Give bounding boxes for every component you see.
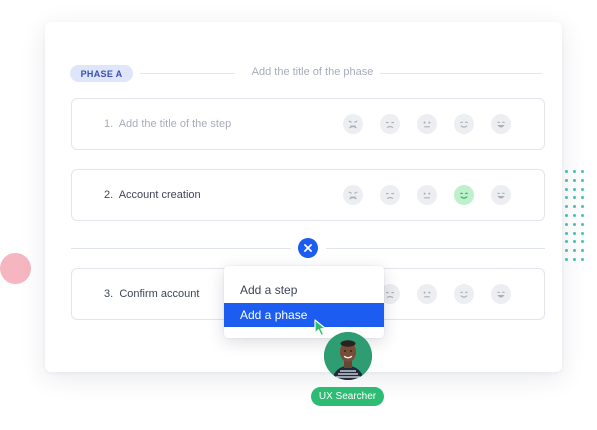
neutral-face-icon[interactable] bbox=[417, 185, 437, 205]
insert-divider-left bbox=[71, 248, 291, 249]
close-icon bbox=[304, 244, 312, 252]
step-title: Confirm account bbox=[119, 288, 200, 300]
happy-face-icon[interactable] bbox=[454, 185, 474, 205]
phase-title-input[interactable]: Add the title of the phase bbox=[245, 66, 380, 78]
very-happy-face-icon[interactable] bbox=[491, 114, 511, 134]
step-number: 2. bbox=[104, 189, 114, 201]
phase-header: PHASE A Add the title of the phase bbox=[70, 65, 542, 83]
phase-divider-right bbox=[380, 73, 542, 74]
sad-face-icon[interactable] bbox=[380, 185, 400, 205]
very-happy-face-icon[interactable] bbox=[491, 185, 511, 205]
close-insert-menu-button[interactable] bbox=[298, 238, 318, 258]
step-card[interactable]: 2. Account creation bbox=[71, 169, 545, 221]
very-happy-face-icon[interactable] bbox=[491, 284, 511, 304]
step-card[interactable]: 1. Add the title of the step bbox=[71, 98, 545, 150]
insert-divider-right bbox=[326, 248, 545, 249]
user-avatar-icon bbox=[324, 332, 372, 380]
step-title: Account creation bbox=[118, 189, 201, 201]
menu-item-add-step[interactable]: Add a step bbox=[224, 278, 384, 302]
neutral-face-icon[interactable] bbox=[417, 284, 437, 304]
step-number: 3. bbox=[104, 288, 114, 300]
pink-decor-circle bbox=[0, 253, 31, 284]
step-title-input[interactable]: 1. Add the title of the step bbox=[104, 118, 231, 130]
phase-divider-left bbox=[140, 73, 235, 74]
very-sad-face-icon[interactable] bbox=[343, 185, 363, 205]
menu-item-label: Add a phase bbox=[240, 308, 308, 322]
menu-item-label: Add a step bbox=[240, 283, 298, 297]
mouse-cursor-icon bbox=[314, 319, 327, 337]
very-sad-face-icon[interactable] bbox=[343, 114, 363, 134]
step-number: 1. bbox=[104, 118, 114, 130]
insert-menu: Add a step Add a phase bbox=[224, 266, 384, 338]
step-title-input[interactable]: 3. Confirm account bbox=[104, 288, 199, 300]
avatar bbox=[324, 332, 372, 380]
happy-face-icon[interactable] bbox=[454, 114, 474, 134]
user-name-badge: UX Searcher bbox=[311, 387, 384, 406]
sad-face-icon[interactable] bbox=[380, 114, 400, 134]
menu-item-add-phase[interactable]: Add a phase bbox=[224, 303, 384, 327]
neutral-face-icon[interactable] bbox=[417, 114, 437, 134]
step-title: Add the title of the step bbox=[118, 118, 232, 130]
happy-face-icon[interactable] bbox=[454, 284, 474, 304]
step-title-input[interactable]: 2. Account creation bbox=[104, 189, 201, 201]
phase-badge[interactable]: PHASE A bbox=[70, 65, 133, 82]
